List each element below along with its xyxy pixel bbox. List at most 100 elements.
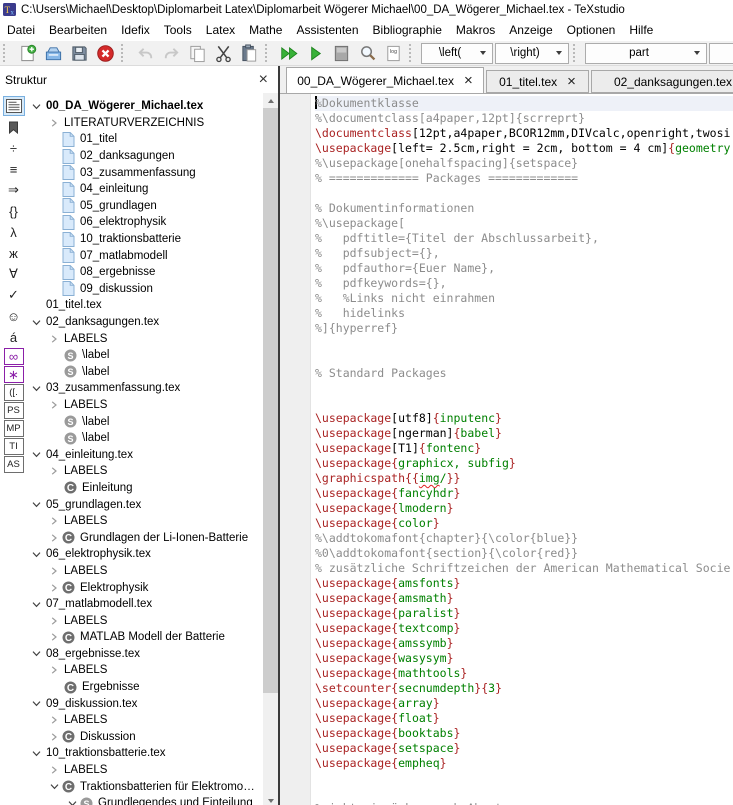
chevron-collapsed-icon[interactable] (46, 517, 62, 525)
tree-item-labels[interactable]: LABELS (27, 463, 278, 480)
tab-02-danksagungen-tex[interactable]: 02_danksagungen.tex (591, 70, 733, 93)
tree-item-literaturverzeichnis[interactable]: LITERATURVERZEICHNIS (27, 115, 278, 132)
new-file-button[interactable] (14, 42, 40, 64)
tree-item-06-elektrophysik[interactable]: 06_elektrophysik (27, 214, 278, 231)
scrollbar-up-arrow[interactable] (263, 93, 278, 108)
chevron-expanded-icon[interactable] (28, 450, 44, 459)
scrollbar-track[interactable] (263, 693, 278, 793)
chevron-collapsed-icon[interactable] (46, 567, 62, 575)
tree-item-diskussion[interactable]: C Diskussion (27, 729, 278, 746)
undo-button[interactable] (132, 42, 158, 64)
menu-anzeige[interactable]: Anzeige (502, 20, 559, 40)
editor[interactable]: %Dokumentklasse %\documentclass[a4paper,1… (280, 94, 733, 805)
metapost-icon[interactable]: MP (3, 420, 24, 437)
reference-combo[interactable]: label (709, 42, 733, 64)
logic-symbols-icon[interactable]: ∀ (3, 264, 25, 284)
menu-mathe[interactable]: Mathe (242, 20, 289, 40)
accents-icon[interactable]: á (3, 327, 25, 347)
menu-idefix[interactable]: Idefix (114, 20, 157, 40)
menu-assistenten[interactable]: Assistenten (289, 20, 365, 40)
toolbar-grip[interactable] (573, 44, 580, 62)
tree-item-labels[interactable]: LABELS (27, 662, 278, 679)
redo-button[interactable] (158, 42, 184, 64)
asymptote-icon[interactable]: AS (3, 456, 24, 473)
tree-item-06-elektrophysik-tex[interactable]: 06_elektrophysik.tex (27, 546, 278, 563)
binary-operators-icon[interactable]: ÷ (3, 138, 25, 158)
structure-icon[interactable] (2, 96, 25, 116)
infinity-symbols-icon[interactable]: ∞ (3, 348, 24, 365)
tree-item-05-grundlagen[interactable]: 05_grundlagen (27, 198, 278, 215)
tree-item-matlab-modell-der-batterie[interactable]: C MATLAB Modell der Batterie (27, 629, 278, 646)
cut-button[interactable] (210, 42, 236, 64)
scrollbar-thumb[interactable] (263, 108, 278, 693)
chevron-collapsed-icon[interactable] (46, 467, 62, 476)
toolbar-grip[interactable] (121, 44, 128, 62)
tree-item-ergebnisse[interactable]: C Ergebnisse (27, 679, 278, 696)
tree-item-einleitung[interactable]: C Einleitung (27, 480, 278, 497)
open-file-button[interactable] (40, 42, 66, 64)
tree-item-traktionsbatterien-f-r-elektromo[interactable]: C Traktionsbatterien für Elektromo… (27, 778, 278, 795)
tree-item-04-einleitung[interactable]: 04_einleitung (27, 181, 278, 198)
tree-item-label[interactable]: S \label (27, 413, 278, 430)
chevron-expanded-icon[interactable] (64, 799, 80, 805)
tab-close-icon[interactable]: × (567, 74, 576, 89)
tree-item-labels[interactable]: LABELS (27, 612, 278, 629)
menu-bearbeiten[interactable]: Bearbeiten (42, 20, 114, 40)
chevron-collapsed-icon[interactable] (46, 119, 62, 127)
chevron-collapsed-icon[interactable] (46, 733, 62, 741)
relations-icon[interactable]: ≡ (3, 159, 25, 179)
tree-item-05-grundlagen-tex[interactable]: 05_grundlagen.tex (27, 496, 278, 513)
code-area[interactable]: %Dokumentklasse %\documentclass[a4paper,1… (311, 94, 733, 805)
menu-latex[interactable]: Latex (199, 20, 242, 40)
chevron-collapsed-icon[interactable] (46, 766, 62, 774)
tree-item-labels[interactable]: LABELS (27, 330, 278, 347)
save-file-button[interactable] (66, 42, 92, 64)
pstricks-icon[interactable]: PS (3, 402, 24, 419)
tree-item-10-traktionsbatterie[interactable]: 10_traktionsbatterie (27, 231, 278, 248)
menu-hilfe[interactable]: Hilfe (622, 20, 660, 40)
tree-item-07-matlabmodell-tex[interactable]: 07_matlabmodell.tex (27, 596, 278, 613)
tree-item-labels[interactable]: LABELS (27, 397, 278, 414)
chevron-collapsed-icon[interactable] (46, 666, 62, 675)
structure-scrollbar[interactable] (263, 93, 278, 805)
menu-tools[interactable]: Tools (157, 20, 199, 40)
find-button[interactable] (354, 42, 380, 64)
tree-item-grundlagen-der-li-ionen-batterie[interactable]: C Grundlagen der Li-Ionen-Batterie (27, 529, 278, 546)
chevron-collapsed-icon[interactable] (46, 633, 62, 641)
tree-item-labels[interactable]: LABELS (27, 712, 278, 729)
build-and-view-button[interactable] (276, 42, 302, 64)
chevron-expanded-icon[interactable] (28, 699, 44, 708)
chevron-expanded-icon[interactable] (46, 782, 62, 791)
chevron-collapsed-icon[interactable] (46, 334, 62, 343)
view-button[interactable] (302, 42, 328, 64)
tree-item-label[interactable]: S \label (27, 364, 278, 381)
chevron-collapsed-icon[interactable] (46, 401, 62, 409)
chevron-expanded-icon[interactable] (28, 600, 44, 609)
chevron-expanded-icon[interactable] (28, 749, 44, 758)
tree-item-04-einleitung-tex[interactable]: 04_einleitung.tex (27, 446, 278, 463)
tree-item-02-danksagungen-tex[interactable]: 02_danksagungen.tex (27, 314, 278, 331)
tree-item-02-danksagungen[interactable]: 02_danksagungen (27, 148, 278, 165)
star-symbols-icon[interactable]: ∗ (3, 366, 24, 383)
copy-button[interactable] (184, 42, 210, 64)
chevron-collapsed-icon[interactable] (46, 716, 62, 724)
tree-item-label[interactable]: S \label (27, 347, 278, 364)
chevron-expanded-icon[interactable] (28, 550, 44, 559)
tab-01-titel-tex[interactable]: 01_titel.tex × (486, 70, 589, 93)
tree-item-09-diskussion-tex[interactable]: 09_diskussion.tex (27, 695, 278, 712)
brackets-icon[interactable]: ([. (3, 384, 24, 401)
tree-item-10-traktionsbatterie-tex[interactable]: 10_traktionsbatterie.tex (27, 745, 278, 762)
arrows-icon[interactable]: ⇒ (3, 180, 25, 200)
chevron-expanded-icon[interactable] (28, 500, 44, 509)
tree-item-08-ergebnisse-tex[interactable]: 08_ergebnisse.tex (27, 646, 278, 663)
tree-item-grundlegendes-und-einteilung[interactable]: S Grundlegendes und Einteilung (27, 795, 278, 805)
chevron-collapsed-icon[interactable] (46, 617, 62, 625)
tree-item-07-matlabmodell[interactable]: 07_matlabmodell (27, 247, 278, 264)
bookmarks-icon[interactable] (3, 117, 25, 137)
log-button[interactable]: log (380, 42, 406, 64)
tree-item-03-zusammenfassung-tex[interactable]: 03_zusammenfassung.tex (27, 380, 278, 397)
tree-item-01-titel-tex[interactable]: 01_titel.tex (27, 297, 278, 314)
greek-letters-icon[interactable]: λ (3, 222, 25, 242)
menu-makros[interactable]: Makros (449, 20, 502, 40)
structure-panel-close-icon[interactable]: × (259, 71, 268, 87)
